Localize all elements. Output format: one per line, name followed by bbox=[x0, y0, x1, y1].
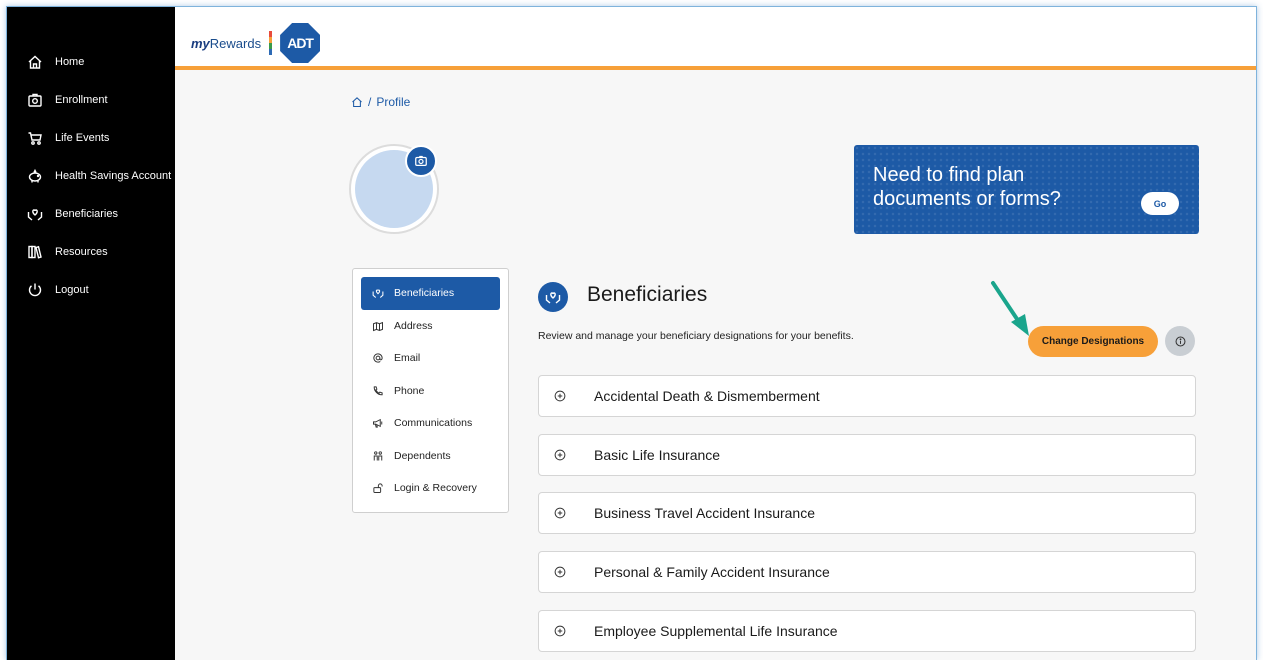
section-description: Review and manage your beneficiary desig… bbox=[538, 330, 854, 342]
accordion-item[interactable]: Basic Life Insurance bbox=[538, 434, 1196, 476]
sidebar: Home Enrollment Life Events Health Savin… bbox=[7, 7, 175, 660]
profile-menu-item-login-recovery[interactable]: Login & Recovery bbox=[361, 472, 500, 505]
camera-icon bbox=[415, 155, 427, 166]
stroller-icon bbox=[28, 132, 42, 145]
people-icon bbox=[373, 451, 383, 461]
profile-menu-label: Beneficiaries bbox=[394, 287, 455, 300]
app-window: Home Enrollment Life Events Health Savin… bbox=[6, 6, 1257, 660]
accordion-item[interactable]: Business Travel Accident Insurance bbox=[538, 492, 1196, 534]
accordion-item[interactable]: Accidental Death & Dismemberment bbox=[538, 375, 1196, 417]
profile-menu-label: Address bbox=[394, 319, 433, 332]
go-button[interactable]: Go bbox=[1141, 192, 1179, 215]
accordion-label: Accidental Death & Dismemberment bbox=[594, 388, 820, 404]
at-icon bbox=[373, 353, 383, 363]
sidebar-item-enrollment[interactable]: Enrollment bbox=[7, 81, 175, 119]
breadcrumb-current: Profile bbox=[376, 95, 411, 109]
beneficiaries-section-icon bbox=[538, 282, 568, 312]
home-icon bbox=[28, 55, 42, 69]
profile-menu-label: Email bbox=[394, 352, 421, 365]
logo[interactable]: myRewards ADT bbox=[191, 23, 321, 63]
plus-circle-icon bbox=[554, 625, 566, 637]
sidebar-item-label: Enrollment bbox=[55, 94, 108, 106]
profile-menu-label: Phone bbox=[394, 384, 425, 397]
breadcrumb: / Profile bbox=[351, 95, 410, 109]
accordion-item[interactable]: Employee Supplemental Life Insurance bbox=[538, 610, 1196, 652]
logo-suffix: Rewards bbox=[209, 35, 262, 51]
sidebar-item-label: Logout bbox=[55, 284, 89, 296]
hands-heart-icon bbox=[372, 289, 384, 299]
sidebar-item-label: Home bbox=[55, 56, 85, 68]
piggy-bank-icon bbox=[28, 168, 42, 183]
sidebar-item-label: Resources bbox=[55, 246, 108, 258]
plan-documents-banner: Need to find plan documents or forms? Go bbox=[854, 145, 1199, 234]
profile-menu-label: Login & Recovery bbox=[394, 482, 477, 495]
sidebar-item-label: Life Events bbox=[55, 132, 110, 144]
breadcrumb-separator: / bbox=[368, 95, 372, 109]
profile-menu-label: Communications bbox=[394, 417, 473, 430]
sidebar-item-life-events[interactable]: Life Events bbox=[7, 119, 175, 157]
profile-menu-item-phone[interactable]: Phone bbox=[361, 375, 500, 408]
accordion-label: Employee Supplemental Life Insurance bbox=[594, 623, 838, 639]
logo-prefix: my bbox=[191, 35, 210, 51]
sidebar-item-resources[interactable]: Resources bbox=[7, 233, 175, 271]
sidebar-item-hsa[interactable]: Health Savings Account bbox=[7, 157, 175, 195]
annotation-arrow bbox=[991, 281, 1029, 336]
sidebar-item-home[interactable]: Home bbox=[7, 43, 175, 81]
profile-menu-item-communications[interactable]: Communications bbox=[361, 407, 500, 440]
accordion-label: Business Travel Accident Insurance bbox=[594, 505, 816, 521]
adt-logo: ADT bbox=[280, 23, 321, 63]
profile-menu-label: Dependents bbox=[394, 449, 451, 462]
plus-circle-icon bbox=[554, 449, 566, 461]
info-button[interactable] bbox=[1165, 326, 1195, 356]
plus-circle-icon bbox=[554, 566, 566, 578]
plus-circle-icon bbox=[554, 390, 566, 402]
hands-heart-icon bbox=[27, 209, 43, 221]
profile-menu-item-dependents[interactable]: Dependents bbox=[361, 440, 500, 473]
map-icon bbox=[373, 321, 383, 331]
enrollment-icon bbox=[28, 93, 42, 107]
profile-menu: Beneficiaries Address Email Phone Commun… bbox=[352, 268, 509, 513]
profile-menu-item-beneficiaries[interactable]: Beneficiaries bbox=[361, 277, 500, 310]
phone-icon bbox=[373, 386, 383, 395]
home-icon[interactable] bbox=[351, 96, 363, 108]
change-photo-button[interactable] bbox=[405, 145, 437, 177]
change-designations-button[interactable]: Change Designations bbox=[1028, 326, 1158, 357]
banner-text: Need to find plan documents or forms? bbox=[873, 164, 1061, 210]
section-title: Beneficiaries bbox=[587, 283, 708, 306]
books-icon bbox=[28, 245, 42, 259]
accordion-label: Personal & Family Accident Insurance bbox=[594, 564, 830, 580]
hands-heart-icon bbox=[545, 292, 561, 304]
accordion-item[interactable]: Personal & Family Accident Insurance bbox=[538, 551, 1196, 593]
sidebar-item-beneficiaries[interactable]: Beneficiaries bbox=[7, 195, 175, 233]
sidebar-item-label: Beneficiaries bbox=[55, 208, 118, 220]
power-icon bbox=[28, 283, 42, 297]
profile-menu-item-email[interactable]: Email bbox=[361, 342, 500, 375]
profile-menu-item-address[interactable]: Address bbox=[361, 310, 500, 343]
plus-circle-icon bbox=[554, 507, 566, 519]
sidebar-item-label: Health Savings Account bbox=[55, 170, 172, 182]
lock-icon bbox=[373, 483, 383, 494]
info-icon bbox=[1175, 336, 1185, 346]
accordion-label: Basic Life Insurance bbox=[594, 447, 721, 463]
sidebar-item-logout[interactable]: Logout bbox=[7, 271, 175, 309]
megaphone-icon bbox=[373, 419, 383, 428]
logo-color-bar bbox=[269, 31, 273, 55]
top-bar: myRewards ADT bbox=[175, 7, 1256, 70]
